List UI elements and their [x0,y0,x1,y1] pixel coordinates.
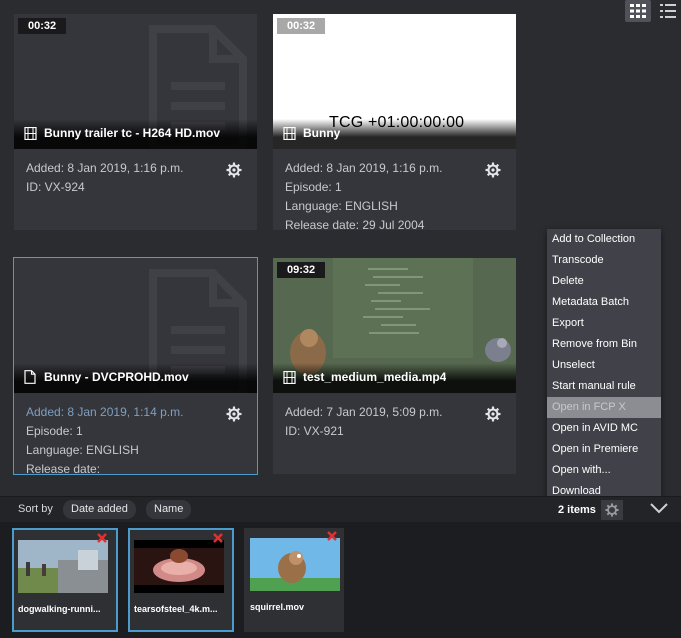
asset-thumbnail: 00:32 Bunny trailer tc - H264 HD.mov [14,14,257,149]
episode: Episode: 1 [26,424,83,438]
menu-item-unselect[interactable]: Unselect [547,355,661,376]
basket-item-name: squirrel.mov [250,602,305,612]
menu-item-open-in-avid-mc[interactable]: Open in AVID MC [547,418,661,439]
language: Language: ENGLISH [26,443,139,457]
asset-thumbnail: 09:32 test_medium_media.mp4 [273,258,516,393]
asset-metadata: Added: 7 Jan 2019, 5:09 p.m. ID: VX-921 [285,403,442,441]
menu-item-open-in-premiere[interactable]: Open in Premiere [547,439,661,460]
menu-item-remove-from-bin[interactable]: Remove from Bin [547,334,661,355]
remove-icon[interactable] [96,532,108,544]
basket-thumbnail [134,540,224,593]
menu-item-open-in-fcp-x: Open in FCP X [547,397,661,418]
menu-item-transcode[interactable]: Transcode [547,250,661,271]
basket-thumbnail [18,540,108,593]
asset-id: ID: VX-921 [285,424,344,438]
basket-item[interactable]: dogwalking-runni... [12,528,118,632]
collapse-basket-button[interactable] [649,501,669,520]
basket-item-name: dogwalking-runni... [18,604,101,614]
asset-id: ID: VX-924 [26,180,85,194]
language: Language: ENGLISH [285,199,398,213]
asset-filename: Bunny - DVCPROHD.mov [44,370,189,384]
added-date: Added: 8 Jan 2019, 1:14 p.m. [26,405,184,419]
file-icon [24,370,38,384]
basket-item[interactable]: tearsofsteel_4k.m... [128,528,234,632]
asset-metadata: Added: 8 Jan 2019, 1:16 p.m. Episode: 1 … [285,159,442,235]
filename-bar: Bunny - DVCPROHD.mov [14,363,257,393]
asset-thumbnail: TCG +01:00:00:00 00:32 Bunny [273,14,516,149]
filename-bar: test_medium_media.mp4 [273,363,516,393]
episode: Episode: 1 [285,180,342,194]
gear-icon[interactable] [485,406,501,422]
filename-bar: Bunny [273,119,516,149]
film-icon [24,126,38,140]
gear-icon[interactable] [485,162,501,178]
release-date: Release date: [26,462,101,476]
filename-bar: Bunny trailer tc - H264 HD.mov [14,119,257,149]
menu-item-export[interactable]: Export [547,313,661,334]
menu-item-start-manual-rule[interactable]: Start manual rule [547,376,661,397]
grid-icon [630,4,646,18]
list-icon [660,4,676,18]
asset-card[interactable]: 00:32 Bunny trailer tc - H264 HD.mov Add… [14,14,257,230]
basket-items-count: 2 items [558,504,596,516]
release-date: Release date: 29 Jul 2004 [285,218,425,232]
added-date: Added: 8 Jan 2019, 1:16 p.m. [285,161,443,175]
basket: dogwalking-runni... tearsofsteel_4k.m... [0,522,681,638]
sort-label: Sort by [18,503,53,515]
remove-icon[interactable] [212,532,224,544]
remove-icon[interactable] [326,530,338,542]
gear-icon[interactable] [226,406,242,422]
sort-name-button[interactable]: Name [146,500,192,519]
film-icon [283,126,297,140]
sort-date-added-button[interactable]: Date added [63,500,136,519]
media-browser: 00:32 Bunny trailer tc - H264 HD.mov Add… [0,0,681,638]
duration-badge: 00:32 [18,18,67,34]
gear-icon [605,503,619,517]
asset-metadata: Added: 8 Jan 2019, 1:14 p.m. Episode: 1 … [26,403,183,479]
sort-bar: Sort by Date added Name 2 items [0,496,681,522]
basket-item[interactable]: squirrel.mov [244,528,344,632]
basket-thumbnail [250,538,340,591]
context-menu: Add to Collection Transcode Delete Metad… [547,229,661,502]
duration-badge: 00:32 [277,18,326,34]
asset-card[interactable]: TCG +01:00:00:00 00:32 Bunny Added: 8 Ja… [273,14,516,232]
menu-item-metadata-batch[interactable]: Metadata Batch [547,292,661,313]
menu-item-open-with[interactable]: Open with... [547,460,661,481]
asset-card[interactable]: 09:32 test_medium_media.mp4 Added: 7 Jan… [273,258,516,474]
asset-metadata: Added: 8 Jan 2019, 1:16 p.m. ID: VX-924 [26,159,183,197]
asset-filename: Bunny trailer tc - H264 HD.mov [44,126,221,140]
added-date: Added: 7 Jan 2019, 5:09 p.m. [285,405,443,419]
asset-filename: test_medium_media.mp4 [303,370,447,384]
basket-item-name: tearsofsteel_4k.m... [134,604,218,614]
list-view-button[interactable] [655,0,681,22]
menu-item-add-to-collection[interactable]: Add to Collection [547,229,661,250]
asset-card-selected[interactable]: Bunny - DVCPROHD.mov Added: 8 Jan 2019, … [13,257,258,476]
menu-item-delete[interactable]: Delete [547,271,661,292]
duration-badge: 09:32 [277,262,326,278]
film-icon [283,370,297,384]
gear-icon[interactable] [226,162,242,178]
chevron-down-icon [650,503,668,514]
basket-actions-button[interactable] [601,500,623,520]
asset-filename: Bunny [303,126,341,140]
grid-view-button[interactable] [625,0,651,22]
asset-thumbnail: Bunny - DVCPROHD.mov [14,258,257,393]
added-date: Added: 8 Jan 2019, 1:16 p.m. [26,161,184,175]
